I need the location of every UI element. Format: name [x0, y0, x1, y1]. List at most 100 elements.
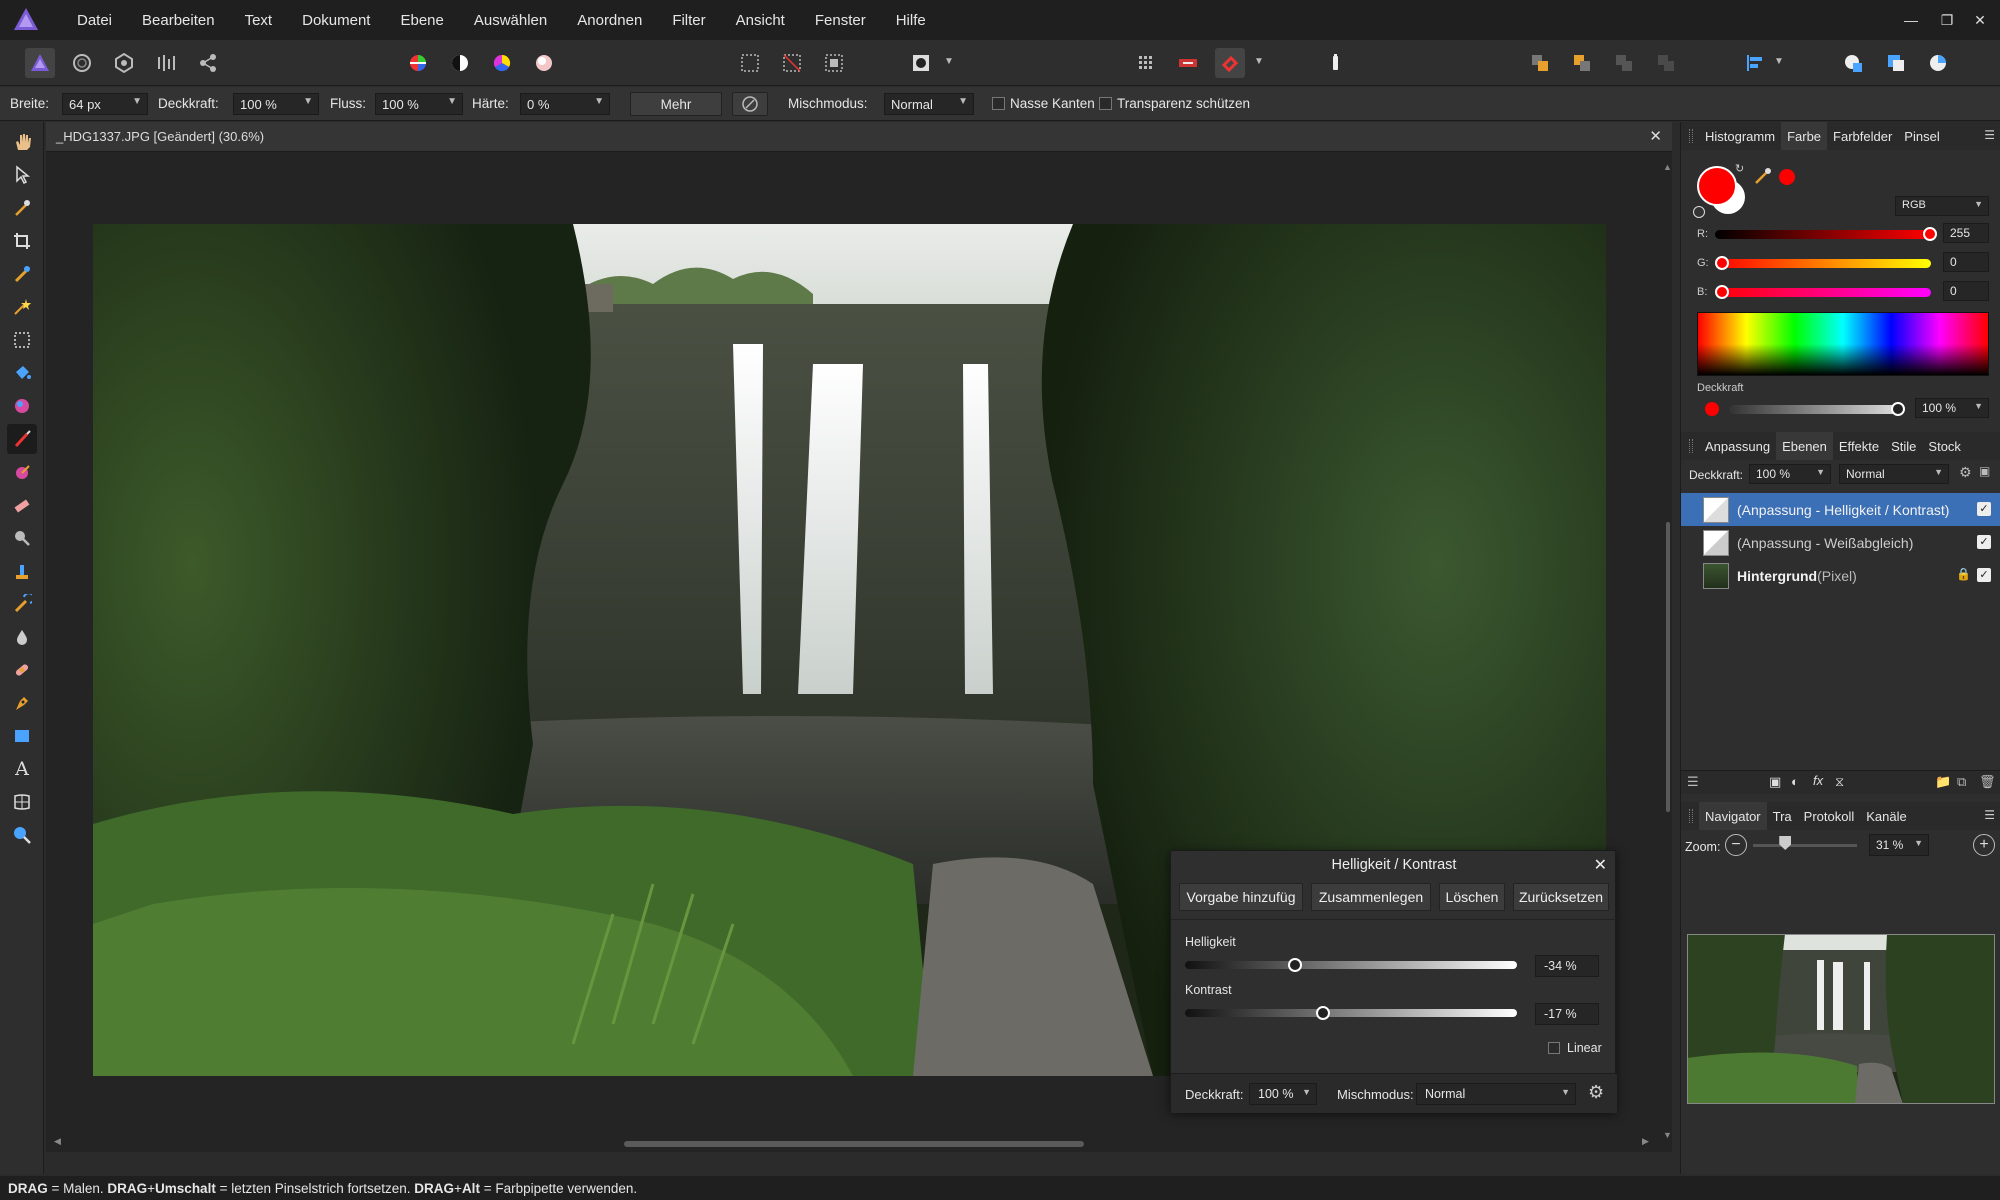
- color-opacity-slider[interactable]: [1729, 405, 1899, 414]
- restore-icon[interactable]: ❐: [1929, 0, 1965, 40]
- haerte-field[interactable]: 0 % ▼: [520, 93, 610, 115]
- panel-menu-icon[interactable]: ☰: [1984, 808, 1995, 822]
- export-persona-icon[interactable]: [193, 48, 223, 78]
- scroll-right-icon[interactable]: ▶: [1642, 1136, 1649, 1147]
- undo-brush-tool-icon[interactable]: [7, 589, 37, 619]
- primary-color-swatch[interactable]: [1697, 166, 1737, 206]
- quick-mask-icon[interactable]: [906, 48, 936, 78]
- healing-brush-tool-icon[interactable]: [7, 655, 37, 685]
- layer-settings-gear-icon[interactable]: ⚙: [1959, 464, 1972, 481]
- layer-row-weissabgleich[interactable]: (Anpassung - Weißabgleich) ✓: [1681, 526, 2000, 559]
- tone-mapping-persona-icon[interactable]: [151, 48, 181, 78]
- snapping-magnet-icon[interactable]: [1215, 48, 1245, 78]
- horizontal-scrollbar[interactable]: ◀ ▶: [54, 1136, 1654, 1148]
- gear-icon[interactable]: ⚙: [1588, 1082, 1604, 1103]
- layers-opacity-field[interactable]: 100 % ▼: [1749, 464, 1831, 484]
- new-layer-icon[interactable]: ⧉: [1957, 774, 1966, 790]
- mask-layer-icon[interactable]: ▣: [1769, 774, 1781, 790]
- mesh-warp-tool-icon[interactable]: [7, 787, 37, 817]
- vorgabe-hinzufuegen-button[interactable]: Vorgabe hinzufüg: [1179, 883, 1303, 911]
- delete-layer-icon[interactable]: 🗑: [1979, 774, 1996, 790]
- kontrast-slider[interactable]: [1185, 1009, 1517, 1017]
- gradient-tool-icon[interactable]: [7, 391, 37, 421]
- panel-grip-icon[interactable]: [1689, 129, 1693, 143]
- tab-transform[interactable]: Tra: [1767, 802, 1798, 830]
- auto-levels-icon[interactable]: [403, 48, 433, 78]
- tab-effekte[interactable]: Effekte: [1833, 432, 1885, 460]
- zusammenlegen-button[interactable]: Zusammenlegen: [1311, 883, 1431, 911]
- tab-stile[interactable]: Stile: [1885, 432, 1922, 460]
- panel-grip-icon[interactable]: [1689, 809, 1693, 823]
- blur-brush-tool-icon[interactable]: [7, 622, 37, 652]
- menu-fenster[interactable]: Fenster: [800, 12, 881, 29]
- arrange-front-icon[interactable]: [1525, 48, 1555, 78]
- fluss-field[interactable]: 100 % ▼: [375, 93, 463, 115]
- tab-farbfelder[interactable]: Farbfelder: [1827, 122, 1898, 150]
- zoom-out-icon[interactable]: −: [1725, 834, 1747, 856]
- menu-bearbeiten[interactable]: Bearbeiten: [127, 12, 230, 29]
- crop-tool-icon[interactable]: [7, 226, 37, 256]
- navigator-preview[interactable]: [1687, 934, 1995, 1104]
- r-slider[interactable]: [1715, 230, 1931, 239]
- zoom-in-icon[interactable]: +: [1973, 834, 1995, 856]
- tab-protokoll[interactable]: Protokoll: [1798, 802, 1861, 830]
- kontrast-value[interactable]: -17 %: [1535, 1003, 1599, 1025]
- vertical-scrollbar[interactable]: ▲ ▼: [1663, 162, 1672, 1142]
- dialog-mischmodus-select[interactable]: Normal ▼: [1416, 1083, 1576, 1105]
- close-window-icon[interactable]: ✕: [1962, 0, 1998, 40]
- develop-persona-icon[interactable]: [109, 48, 139, 78]
- color-spectrum[interactable]: [1697, 312, 1989, 376]
- eyedropper-icon[interactable]: [1753, 166, 1773, 186]
- liquify-persona-icon[interactable]: [67, 48, 97, 78]
- group-folder-icon[interactable]: 📁: [1935, 774, 1951, 790]
- scroll-down-icon[interactable]: ▼: [1663, 1130, 1672, 1140]
- align-icon[interactable]: [1740, 48, 1770, 78]
- layer-visibility-checkbox[interactable]: ✓: [1977, 568, 1991, 582]
- tab-pinsel[interactable]: Pinsel: [1898, 122, 1945, 150]
- hand-tool-icon[interactable]: [7, 127, 37, 157]
- helligkeit-slider[interactable]: [1185, 961, 1517, 969]
- lock-icon[interactable]: ▣: [1979, 464, 1990, 478]
- photo-persona-icon[interactable]: [25, 48, 55, 78]
- b-slider-knob[interactable]: [1715, 285, 1729, 299]
- auto-colors-icon[interactable]: [487, 48, 517, 78]
- align-dropdown-icon[interactable]: ▼: [1774, 56, 1784, 67]
- deckkraft-field[interactable]: 100 % ▼: [233, 93, 319, 115]
- menu-datei[interactable]: Datei: [62, 12, 127, 29]
- zoom-slider-knob[interactable]: [1779, 836, 1792, 850]
- helligkeit-slider-knob[interactable]: [1287, 958, 1302, 972]
- g-value[interactable]: 0: [1943, 252, 1989, 272]
- close-document-icon[interactable]: ✕: [1649, 127, 1662, 145]
- vertical-scroll-thumb[interactable]: [1666, 522, 1670, 812]
- mehr-button[interactable]: Mehr: [630, 92, 722, 116]
- zuruecksetzen-button[interactable]: Zurücksetzen: [1513, 883, 1609, 911]
- invert-selection-icon[interactable]: [819, 48, 849, 78]
- horizontal-scroll-thumb[interactable]: [624, 1141, 1084, 1147]
- loeschen-button[interactable]: Löschen: [1439, 883, 1505, 911]
- reset-colors-icon[interactable]: [1693, 206, 1705, 218]
- g-slider-knob[interactable]: [1715, 256, 1729, 270]
- color-opacity-knob[interactable]: [1891, 402, 1905, 416]
- snapping-grid-icon[interactable]: [1131, 48, 1161, 78]
- live-filter-icon[interactable]: ⧖: [1835, 774, 1844, 790]
- fill-tool-icon[interactable]: [7, 358, 37, 388]
- g-slider[interactable]: [1715, 259, 1931, 268]
- b-slider[interactable]: [1715, 288, 1931, 297]
- marquee-select-icon[interactable]: [735, 48, 765, 78]
- selection-brush-tool-icon[interactable]: [7, 259, 37, 289]
- r-slider-knob[interactable]: [1923, 227, 1937, 241]
- zoom-slider[interactable]: [1753, 844, 1857, 847]
- menu-text[interactable]: Text: [230, 12, 288, 29]
- move-tool-icon[interactable]: [7, 160, 37, 190]
- nasse-kanten-checkbox[interactable]: [992, 97, 1005, 110]
- layers-stack-icon[interactable]: ☰: [1687, 774, 1699, 790]
- scroll-up-icon[interactable]: ▲: [1663, 162, 1672, 172]
- tab-kanaele[interactable]: Kanäle: [1860, 802, 1912, 830]
- fx-icon[interactable]: fx: [1813, 773, 1823, 788]
- transparenz-checkbox[interactable]: [1099, 97, 1112, 110]
- erase-brush-tool-icon[interactable]: [7, 490, 37, 520]
- color-opacity-field[interactable]: 100 % ▼: [1915, 398, 1989, 418]
- layer-row-hintergrund[interactable]: Hintergrund (Pixel) 🔒 ✓: [1681, 559, 2000, 592]
- tab-farbe[interactable]: Farbe: [1781, 122, 1828, 150]
- scroll-left-icon[interactable]: ◀: [54, 1136, 61, 1147]
